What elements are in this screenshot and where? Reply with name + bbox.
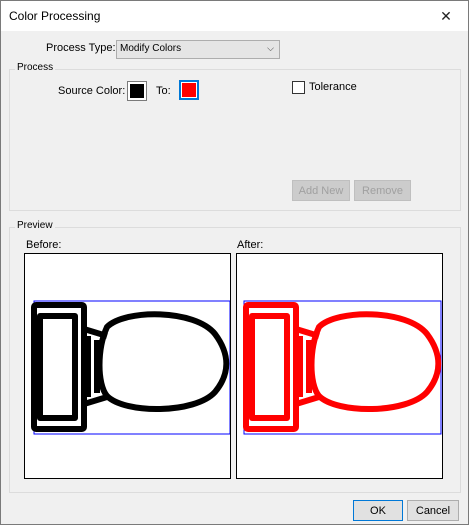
target-color-fill [182,83,196,97]
remove-button[interactable]: Remove [354,180,411,201]
toilet-outline-after [243,302,442,432]
after-drawing [243,300,442,435]
color-processing-dialog: Color Processing ✕ Process Type: Modify … [0,0,469,525]
window-title: Color Processing [9,9,101,23]
process-group-title: Process [15,62,56,73]
before-preview [24,253,231,479]
process-type-dropdown[interactable]: Modify Colors ⌵ [116,40,280,59]
process-type-label: Process Type: [46,42,116,54]
preview-group-title: Preview [15,220,55,231]
source-color-swatch[interactable] [127,81,147,101]
chevron-down-icon: ⌵ [267,43,274,53]
ok-button[interactable]: OK [353,500,403,521]
add-new-button[interactable]: Add New [292,180,350,201]
source-color-fill [130,84,144,98]
target-color-swatch[interactable] [179,80,199,100]
title-bar: Color Processing ✕ [1,1,468,31]
after-label: After: [237,239,264,251]
tolerance-checkbox[interactable] [292,81,305,94]
tolerance-label: Tolerance [309,81,357,93]
process-type-value: Modify Colors [120,43,182,54]
before-drawing [31,300,230,435]
source-color-label: Source Color: [58,85,126,97]
close-icon: ✕ [440,7,452,24]
toilet-outline-before [31,302,230,432]
after-preview [236,253,443,479]
to-label: To: [156,85,171,97]
close-button[interactable]: ✕ [424,1,468,31]
cancel-button[interactable]: Cancel [407,500,459,521]
before-label: Before: [26,239,62,251]
